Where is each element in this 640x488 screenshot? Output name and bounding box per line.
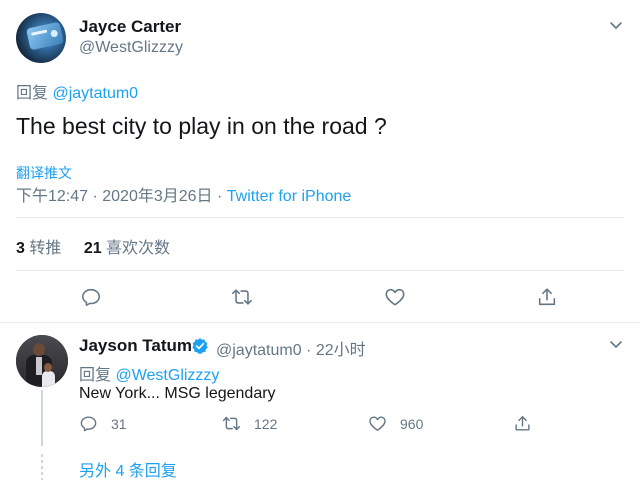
likes-label: 喜欢次数 <box>101 240 171 257</box>
retweet-icon <box>222 416 241 431</box>
divider <box>16 217 624 218</box>
like-icon[interactable] <box>384 286 406 308</box>
show-more-replies-link[interactable]: 另外 4 条回复 <box>79 457 177 481</box>
reply-tweet[interactable]: Jayson Tatum @jaytatum0 · 22小时 回复 @WestG… <box>0 324 640 488</box>
share-icon <box>515 416 530 431</box>
tweet-source-link[interactable]: Twitter for iPhone <box>227 188 352 205</box>
avatar-phone-image <box>26 21 64 51</box>
retweets-count: 3 <box>16 240 25 257</box>
likes-count: 21 <box>83 240 102 257</box>
likes-stat[interactable]: 21 喜欢次数 <box>84 240 170 257</box>
chevron-down-icon[interactable] <box>608 336 624 352</box>
reply-text: New York... MSG legendary <box>79 385 276 402</box>
retweet-count: 122 <box>254 415 278 432</box>
retweets-stat[interactable]: 3 转推 <box>16 240 61 257</box>
reply-author-avatar[interactable] <box>16 335 68 387</box>
reply-to-handle-link[interactable]: @WestGlizzzy <box>115 367 219 384</box>
reply-to-line: 回复 @WestGlizzzy <box>79 361 219 385</box>
tweet-timestamp[interactable]: 下午12:47 · 2020年3月26日 · <box>16 188 227 205</box>
reply-to-handle-link[interactable]: @jaytatum0 <box>52 85 138 102</box>
reply-author-handle-time[interactable]: @jaytatum0 · 22小时 <box>216 336 366 360</box>
tweet-text: The best city to play in on the road ? <box>16 113 387 139</box>
like-icon <box>369 416 386 431</box>
reply-count: 31 <box>111 415 127 432</box>
reply-prefix: 回复 <box>16 85 49 102</box>
share-icon[interactable] <box>536 286 558 308</box>
reply-retweet-button[interactable]: 122 <box>222 414 277 433</box>
reply-icon[interactable] <box>80 286 102 308</box>
reply-icon <box>80 416 97 432</box>
divider <box>16 270 624 271</box>
reply-reply-button[interactable]: 31 <box>79 414 127 433</box>
author-handle[interactable]: @WestGlizzzy <box>79 39 183 57</box>
like-count: 960 <box>400 415 424 432</box>
chevron-down-icon[interactable] <box>608 17 624 33</box>
author-name[interactable]: Jayce Carter <box>79 17 181 37</box>
reply-share-button[interactable] <box>513 414 532 433</box>
reply-like-button[interactable]: 960 <box>368 414 423 433</box>
reply-prefix: 回复 <box>79 367 112 384</box>
tweet-meta: 下午12:47 · 2020年3月26日 · Twitter for iPhon… <box>16 182 351 206</box>
translate-tweet-link[interactable]: 翻译推文 <box>16 163 72 183</box>
thread-dots <box>41 454 43 480</box>
retweet-icon[interactable] <box>231 286 253 308</box>
author-avatar[interactable] <box>16 13 66 63</box>
reply-to-line: 回复 @jaytatum0 <box>16 79 138 103</box>
thread-line <box>41 390 43 446</box>
reply-author-name[interactable]: Jayson Tatum <box>79 336 192 356</box>
main-tweet: Jayce Carter @WestGlizzzy 回复 @jaytatum0 … <box>0 0 640 323</box>
tweet-stats: 3 转推 21 喜欢次数 <box>16 234 170 258</box>
verified-badge-icon <box>191 337 209 355</box>
retweets-label: 转推 <box>24 240 62 257</box>
